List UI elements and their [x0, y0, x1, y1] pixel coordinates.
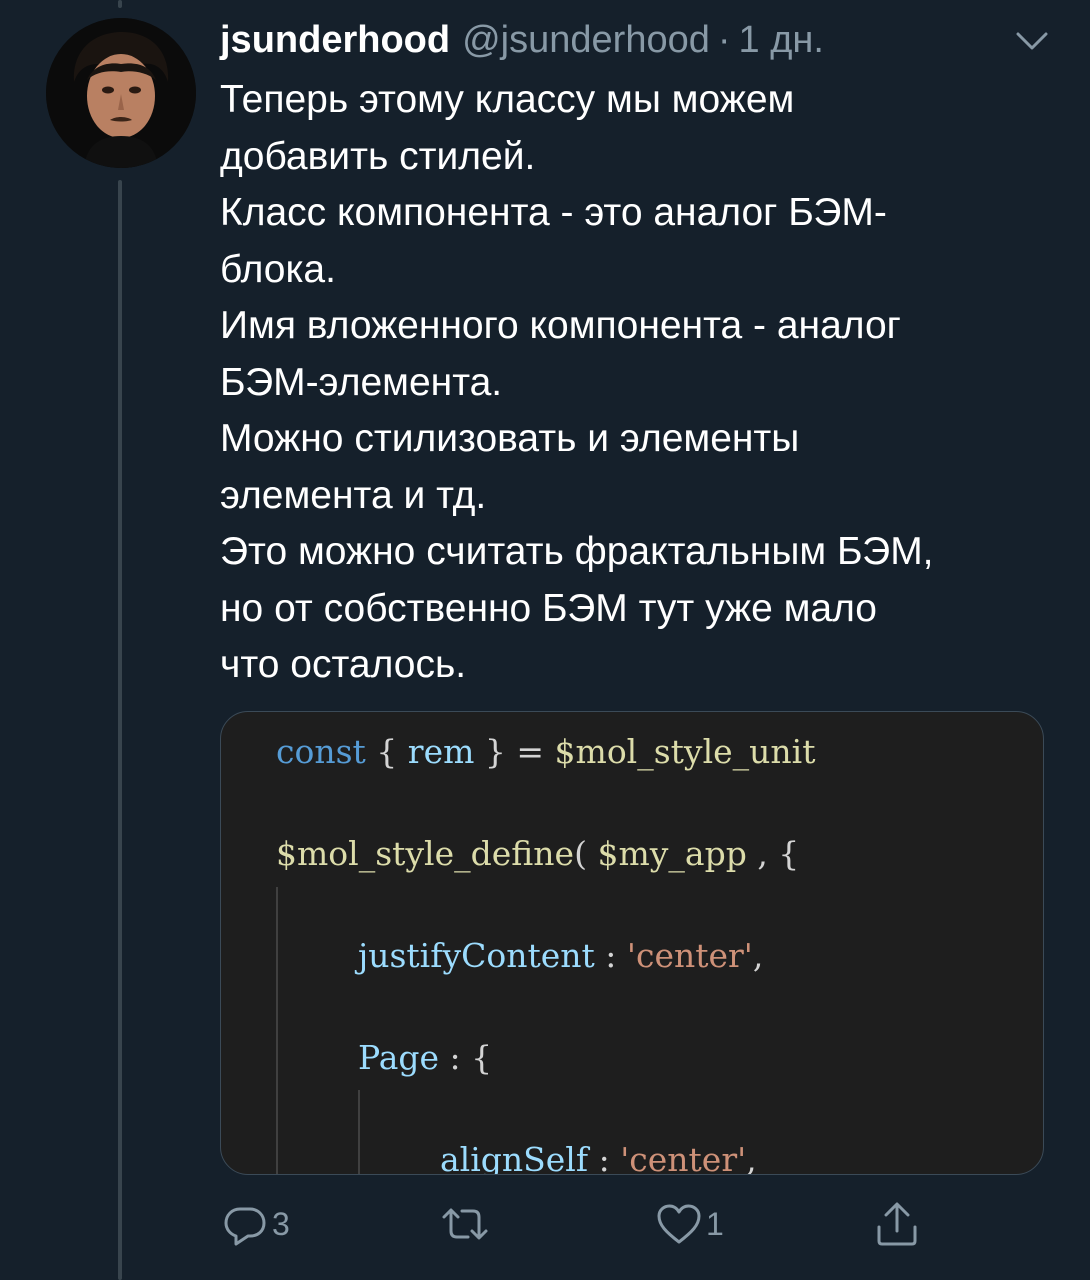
tweet-text-line: БЭМ-элемента.	[220, 360, 503, 404]
reply-button[interactable]: 3	[220, 1196, 290, 1252]
more-menu-caret[interactable]	[1012, 26, 1052, 56]
tweet-text-line: Можно стилизовать и элементы	[220, 417, 800, 460]
code-token: } =	[474, 732, 555, 771]
retweet-button[interactable]	[438, 1196, 494, 1252]
tweet-actions: 3 1	[0, 1196, 1090, 1252]
tweet-text-line: Класс компонента - это аналог БЭМ-	[220, 191, 887, 234]
like-button[interactable]: 1	[654, 1196, 724, 1252]
reply-icon	[224, 1207, 266, 1246]
code-token: : {	[439, 1038, 493, 1077]
heart-icon	[657, 1204, 701, 1244]
code-line-5: alignSelf : 'center',	[440, 1140, 757, 1175]
display-name[interactable]: jsunderhood	[220, 19, 450, 62]
tweet-text-line: но от собственно БЭМ тут уже мало	[220, 586, 878, 630]
code-image-card[interactable]: const { rem } = $mol_style_unit $mol_sty…	[220, 711, 1044, 1175]
code-token: :	[594, 936, 627, 975]
tweet-text-line: блока.	[220, 247, 336, 291]
tweet-text-line: Имя вложенного компонента - аналог	[220, 304, 901, 347]
share-icon	[877, 1202, 917, 1246]
like-count: 1	[706, 1205, 724, 1242]
retweet-icon	[442, 1208, 488, 1240]
share-button[interactable]	[872, 1196, 922, 1252]
code-token: justifyContent	[358, 936, 595, 975]
tweet-text-line: Теперь этому классу мы можем	[220, 78, 795, 121]
thread-line-top	[118, 0, 122, 8]
code-token: $mol_style_unit	[554, 732, 816, 771]
tweet-text-line: Это можно считать фрактальным БЭМ,	[220, 530, 934, 573]
avatar-photo	[46, 18, 196, 168]
thread-line	[118, 180, 122, 1280]
code-token: rem	[407, 732, 475, 771]
code-token: 'center'	[620, 1140, 747, 1175]
code-token: Page	[358, 1038, 440, 1077]
reply-count: 3	[272, 1205, 290, 1242]
code-line-2: $mol_style_define( $my_app , {	[276, 834, 799, 873]
code-token: :	[588, 1140, 621, 1175]
code-line-4: Page : {	[358, 1038, 492, 1077]
chevron-down-icon	[1016, 32, 1048, 50]
tweet-header: jsunderhood @jsunderhood · 1 дн.	[220, 14, 824, 66]
code-line-3: justifyContent : 'center',	[358, 936, 763, 975]
code-token: 'center'	[626, 936, 753, 975]
code-token: alignSelf	[440, 1140, 589, 1175]
avatar[interactable]	[46, 18, 196, 168]
tweet-text-line: что осталось.	[220, 643, 467, 686]
separator-dot: ·	[717, 18, 731, 61]
code-token: $my_app	[597, 834, 747, 873]
code-token: const	[276, 732, 366, 771]
code-line-1: const { rem } = $mol_style_unit	[276, 732, 816, 771]
user-handle[interactable]: @jsunderhood	[462, 19, 710, 62]
tweet-text-line: элемента и тд.	[220, 473, 487, 517]
code-token: {	[365, 732, 408, 771]
tweet-text: Теперь этому классу мы можем добавить ст…	[220, 72, 1060, 694]
code-token: ,	[752, 936, 764, 975]
tweet-text-line: добавить стилей.	[220, 134, 536, 178]
timestamp[interactable]: 1 дн.	[739, 19, 824, 62]
code-token: ,	[746, 1140, 757, 1175]
code-token: $mol_style_define	[276, 834, 575, 873]
code-token: , {	[746, 834, 800, 873]
code-token: (	[574, 834, 598, 873]
code-snippet: const { rem } = $mol_style_unit $mol_sty…	[221, 712, 1043, 1174]
